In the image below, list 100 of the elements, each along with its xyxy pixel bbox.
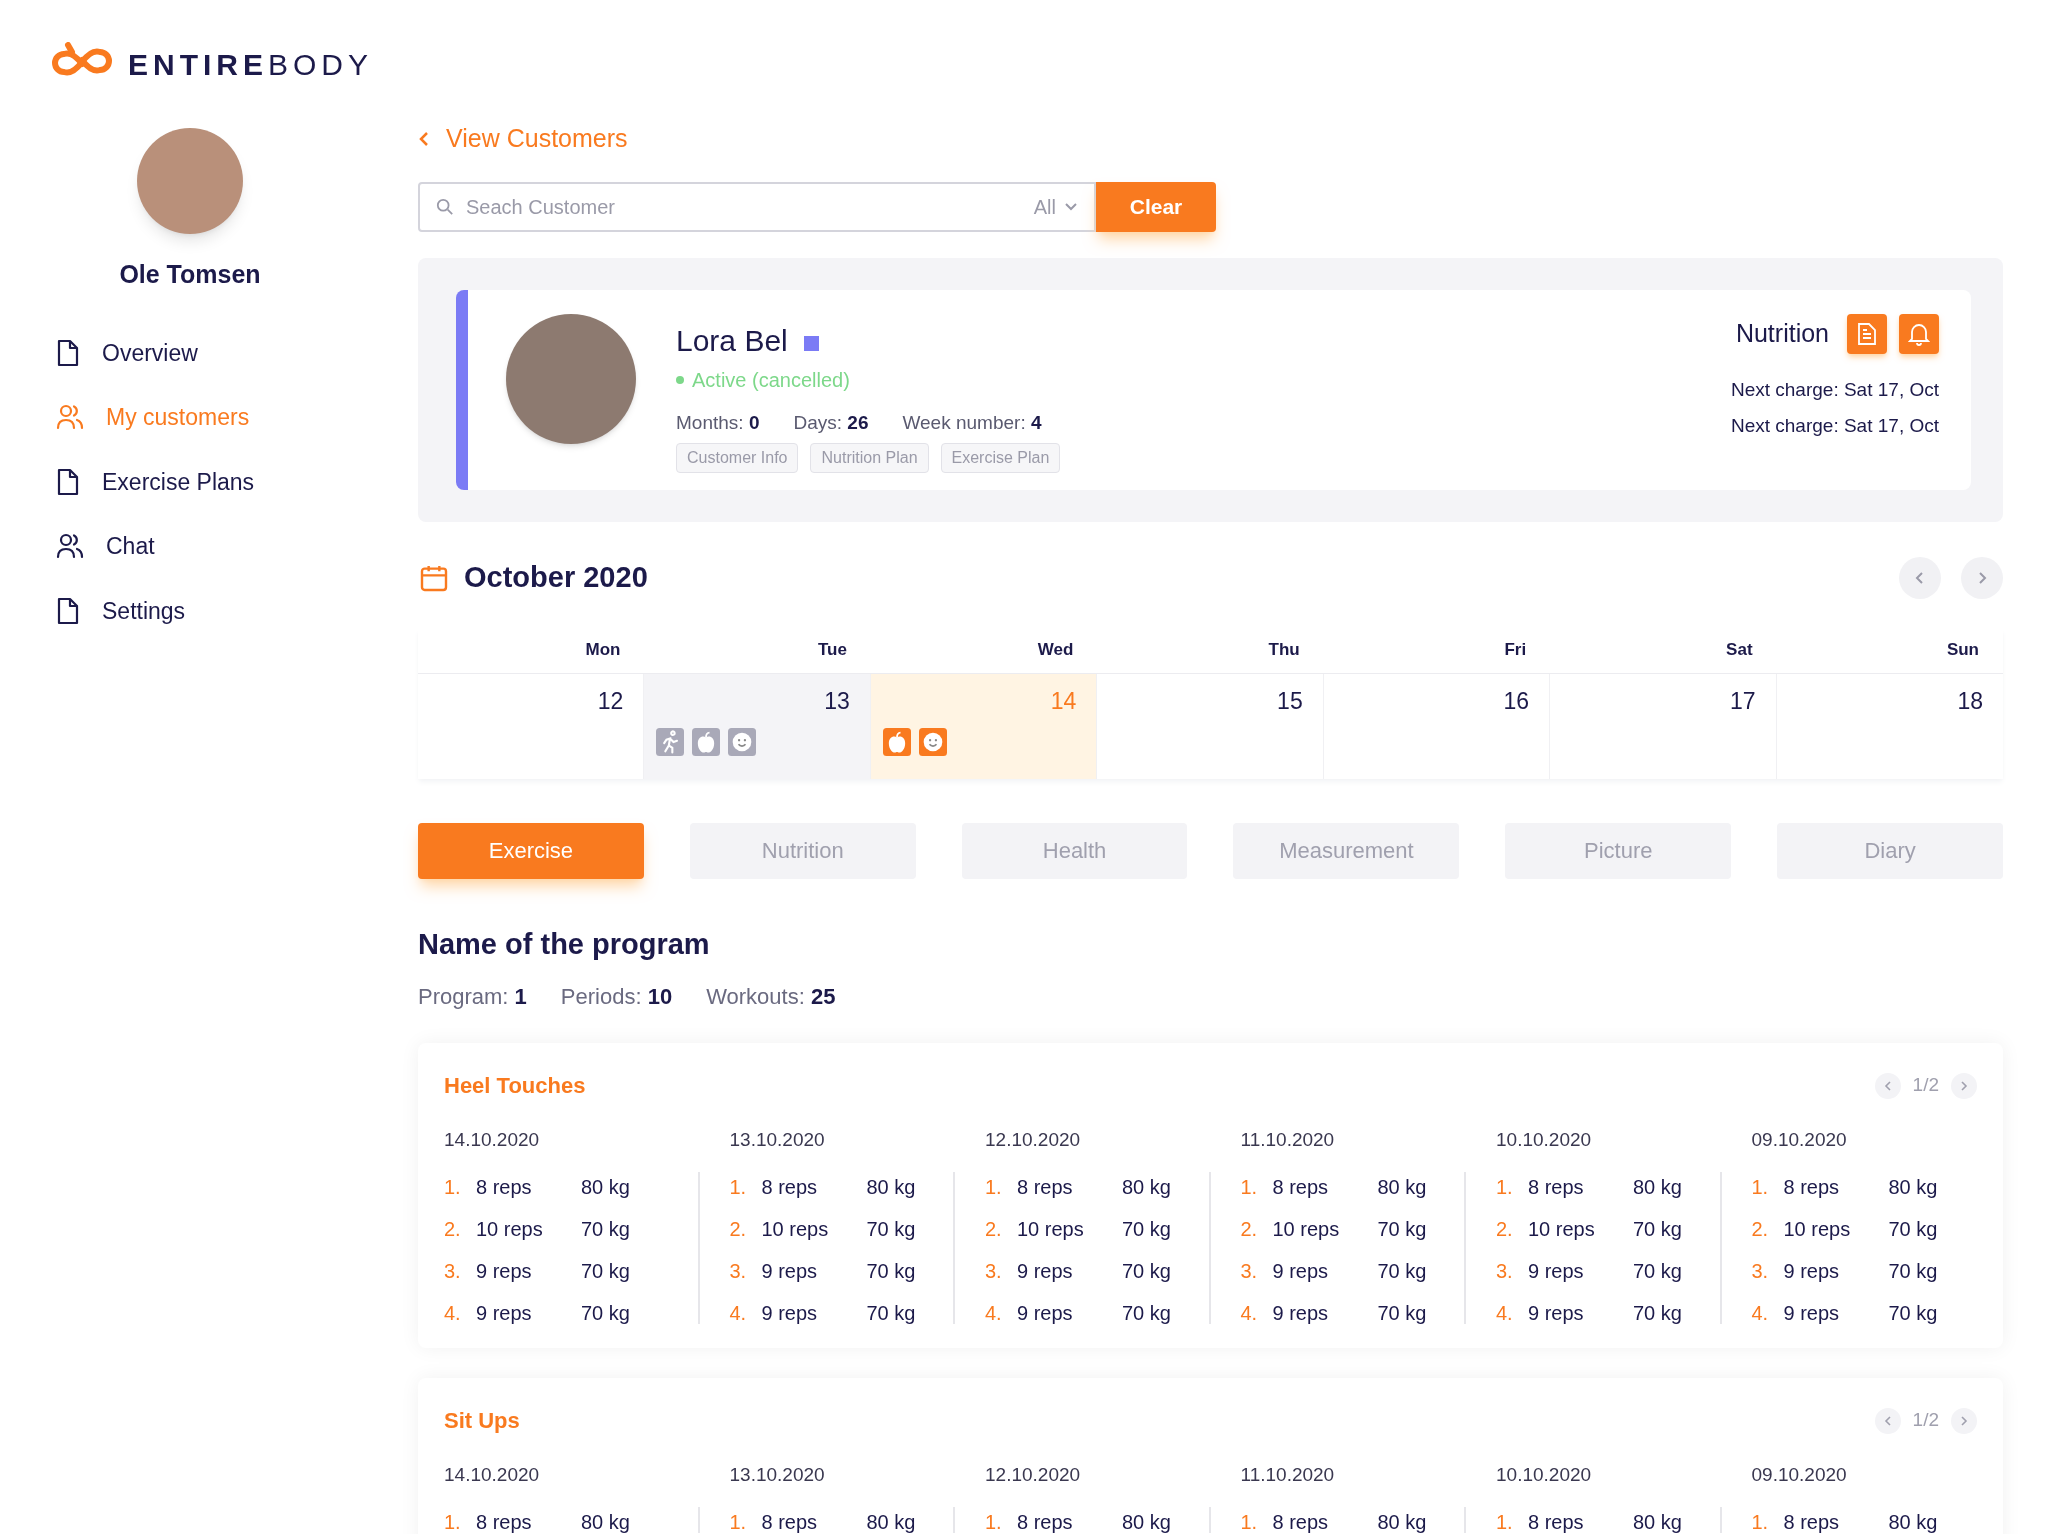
reps-text: 10 reps: [761, 1217, 830, 1242]
filter-dropdown[interactable]: All: [1033, 191, 1078, 222]
reps-text: 8 reps: [476, 1175, 533, 1200]
session-date: 13.10.2020: [729, 1128, 826, 1152]
reps-text: 9 reps: [476, 1301, 533, 1326]
reps-text: 8 reps: [476, 1510, 533, 1534]
calendar-day-cell[interactable]: 15: [1097, 673, 1324, 779]
set-number: 1.: [985, 1175, 1003, 1200]
calendar-day-cell[interactable]: 14: [870, 673, 1098, 779]
nav-item[interactable]: Overview: [56, 335, 418, 370]
calendar-day-cell[interactable]: 18: [1776, 673, 2003, 779]
logo-text: ENTIRE BODY: [128, 46, 374, 83]
clear-button[interactable]: Clear: [1096, 181, 1216, 232]
tab[interactable]: Nutrition: [689, 822, 916, 879]
tab[interactable]: Health: [961, 822, 1188, 879]
weekday-label: Sat: [1725, 639, 1754, 661]
page-indicator: 1/2: [1912, 1073, 1939, 1098]
reps-text: 9 reps: [1272, 1259, 1330, 1284]
customer-name: Lora Bel: [676, 322, 788, 359]
users-icon: [56, 404, 84, 431]
tab[interactable]: Diary: [1777, 822, 2003, 879]
weekday-label: Fri: [1503, 639, 1528, 661]
nav-item[interactable]: My customers: [56, 400, 418, 435]
weight-text: 70 kg: [1377, 1259, 1428, 1284]
nav-item[interactable]: Exercise Plans: [56, 464, 418, 499]
reps-text: 8 reps: [761, 1510, 819, 1534]
exercise-name: Sit Ups: [444, 1407, 520, 1435]
weight-text: 80 kg: [581, 1175, 631, 1200]
calendar-day-cell[interactable]: 16: [1323, 673, 1551, 779]
set-number: 2.: [985, 1217, 1003, 1242]
next-page-button[interactable]: [1951, 1072, 1977, 1099]
running-icon: [656, 728, 685, 756]
nav-item[interactable]: Chat: [56, 529, 418, 564]
reps-text: 10 reps: [1017, 1217, 1085, 1242]
customer-stat: Week number: 4: [902, 410, 1042, 435]
weekday-label: Thu: [1267, 639, 1301, 661]
back-link[interactable]: View Customers: [418, 120, 628, 158]
previous-month-button[interactable]: [1899, 556, 1941, 599]
chevron-left-icon: [1882, 1415, 1893, 1426]
program-stat: Periods: 10: [560, 983, 673, 1011]
program-stat: Program: 1: [418, 983, 527, 1011]
set-number: 2.: [1240, 1217, 1259, 1242]
session-date: 09.10.2020: [1751, 1128, 1848, 1152]
chevron-right-icon: [1959, 1080, 1969, 1091]
set-number: 3.: [729, 1259, 748, 1284]
tab[interactable]: Measurement: [1233, 822, 1460, 879]
tab[interactable]: Picture: [1505, 822, 1732, 879]
reps-text: 9 reps: [1783, 1259, 1841, 1284]
set-number: 3.: [1240, 1259, 1259, 1284]
customer-tab-link[interactable]: Customer Info: [676, 443, 799, 473]
apple-icon: [692, 728, 721, 756]
weight-text: 80 kg: [1633, 1175, 1683, 1200]
next-month-button[interactable]: [1961, 556, 2003, 599]
weight-text: 70 kg: [1633, 1217, 1683, 1242]
plan-label: Nutrition: [1735, 317, 1829, 349]
set-number: 4.: [1496, 1301, 1514, 1326]
weight-text: 70 kg: [866, 1217, 917, 1242]
next-page-button[interactable]: [1951, 1407, 1977, 1434]
exercise-name: Heel Touches: [444, 1072, 586, 1100]
chevron-down-icon: [1064, 201, 1078, 212]
set-number: 4.: [1240, 1301, 1259, 1326]
weight-text: 80 kg: [1633, 1510, 1683, 1534]
set-number: 4.: [444, 1301, 462, 1326]
calendar-day-cell[interactable]: 17: [1550, 673, 1777, 779]
reps-text: 10 reps: [476, 1217, 544, 1242]
set-number: 1.: [1496, 1175, 1514, 1200]
tab[interactable]: Exercise: [418, 822, 644, 879]
apple-icon: [882, 728, 911, 756]
previous-page-button[interactable]: [1874, 1407, 1901, 1434]
customer-stat: Months: 0: [676, 410, 760, 435]
customer-tab-link[interactable]: Exercise Plan: [940, 443, 1061, 473]
bell-icon: [1908, 321, 1930, 346]
weight-text: 80 kg: [1377, 1175, 1428, 1200]
weekday-label: Mon: [584, 639, 622, 661]
nav-item[interactable]: Settings: [56, 593, 418, 628]
customer-tab-link[interactable]: Nutrition Plan: [810, 443, 929, 473]
set-number: 2.: [444, 1217, 462, 1242]
weight-text: 70 kg: [1633, 1259, 1683, 1284]
set-number: 1.: [1751, 1510, 1770, 1534]
set-number: 3.: [1751, 1259, 1770, 1284]
calendar-day-cell[interactable]: 13: [644, 673, 871, 779]
reps-text: 9 reps: [1528, 1301, 1585, 1326]
day-number: 16: [1503, 686, 1531, 716]
weight-text: 80 kg: [1888, 1510, 1939, 1534]
weight-text: 70 kg: [1377, 1301, 1428, 1326]
set-number: 1.: [1240, 1175, 1259, 1200]
customer-status: Active (cancelled): [692, 367, 850, 393]
set-number: 4.: [729, 1301, 748, 1326]
document-button[interactable]: [1847, 313, 1887, 354]
set-number: 1.: [729, 1175, 748, 1200]
reps-text: 8 reps: [1272, 1510, 1330, 1534]
notification-button[interactable]: [1899, 313, 1939, 354]
set-number: 2.: [729, 1217, 748, 1242]
previous-page-button[interactable]: [1874, 1072, 1901, 1099]
reps-text: 9 reps: [476, 1259, 533, 1284]
reps-text: 9 reps: [761, 1301, 819, 1326]
search-field[interactable]: Seach Customer All: [418, 181, 1096, 232]
weight-text: 80 kg: [1888, 1175, 1939, 1200]
reps-text: 10 reps: [1783, 1217, 1852, 1242]
calendar-day-cell[interactable]: 12: [418, 673, 645, 779]
